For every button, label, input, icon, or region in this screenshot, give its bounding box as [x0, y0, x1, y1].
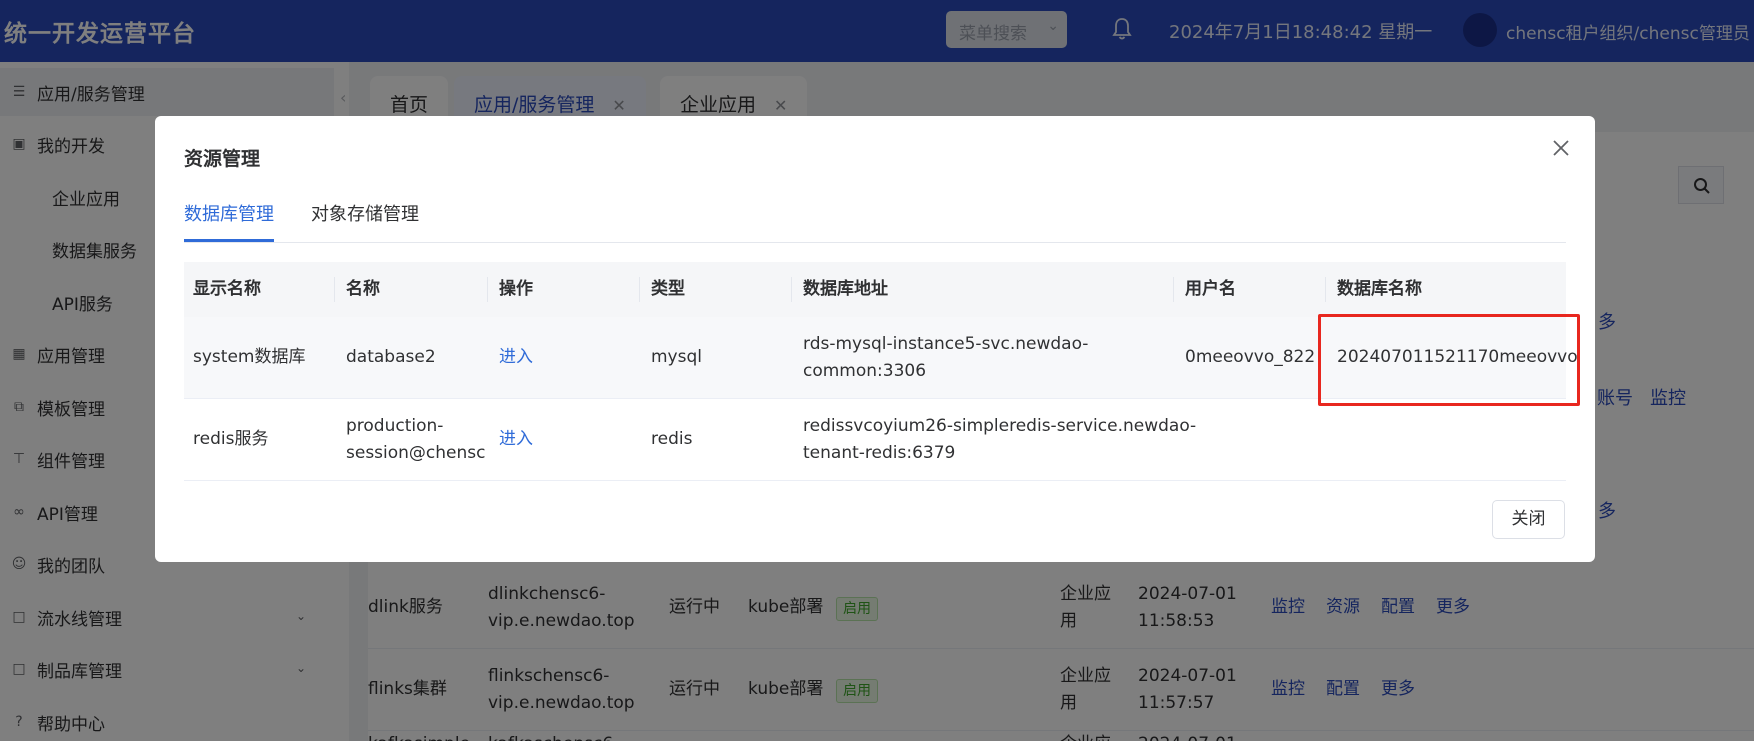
column-header: 名称 [346, 279, 380, 299]
name-cell: database2 [346, 347, 436, 367]
display-name-cell: system数据库 [193, 347, 306, 367]
tab-database[interactable]: 数据库管理 [184, 200, 274, 242]
name-cell: session@chensc [346, 443, 486, 463]
tab-object-storage[interactable]: 对象存储管理 [311, 200, 419, 242]
table-row: redis服务 production- session@chensc 进入 re… [184, 399, 1566, 481]
column-header: 用户名 [1185, 279, 1236, 299]
column-divider [487, 277, 488, 302]
close-icon[interactable] [1549, 136, 1573, 160]
table-header: 显示名称 名称 操作 类型 数据库地址 用户名 数据库名称 [184, 262, 1566, 317]
address-cell: redissvcoyium26-simpleredis-service.newd… [803, 416, 1197, 436]
column-divider [1325, 277, 1326, 302]
dialog-tabs: 数据库管理 对象存储管理 [184, 200, 1566, 243]
highlight-box [1318, 314, 1580, 406]
column-header: 数据库名称 [1337, 279, 1422, 299]
column-divider [334, 277, 335, 302]
dialog-title: 资源管理 [184, 148, 261, 170]
column-header: 操作 [499, 279, 533, 299]
close-button[interactable]: 关闭 [1492, 500, 1565, 539]
display-name-cell: redis服务 [193, 429, 269, 449]
address-cell: common:3306 [803, 361, 927, 381]
column-header: 显示名称 [193, 279, 261, 299]
column-divider [639, 277, 640, 302]
address-cell: rds-mysql-instance5-svc.newdao- [803, 334, 1089, 354]
username-cell: 0meeovvo_822 [1185, 347, 1316, 367]
enter-link[interactable]: 进入 [499, 426, 533, 453]
column-header: 数据库地址 [803, 279, 888, 299]
column-divider [791, 277, 792, 302]
name-cell: production- [346, 416, 444, 436]
column-divider [1173, 277, 1174, 302]
column-header: 类型 [651, 279, 685, 299]
type-cell: mysql [651, 347, 702, 367]
enter-link[interactable]: 进入 [499, 344, 533, 371]
address-cell: tenant-redis:6379 [803, 443, 956, 463]
type-cell: redis [651, 429, 693, 449]
